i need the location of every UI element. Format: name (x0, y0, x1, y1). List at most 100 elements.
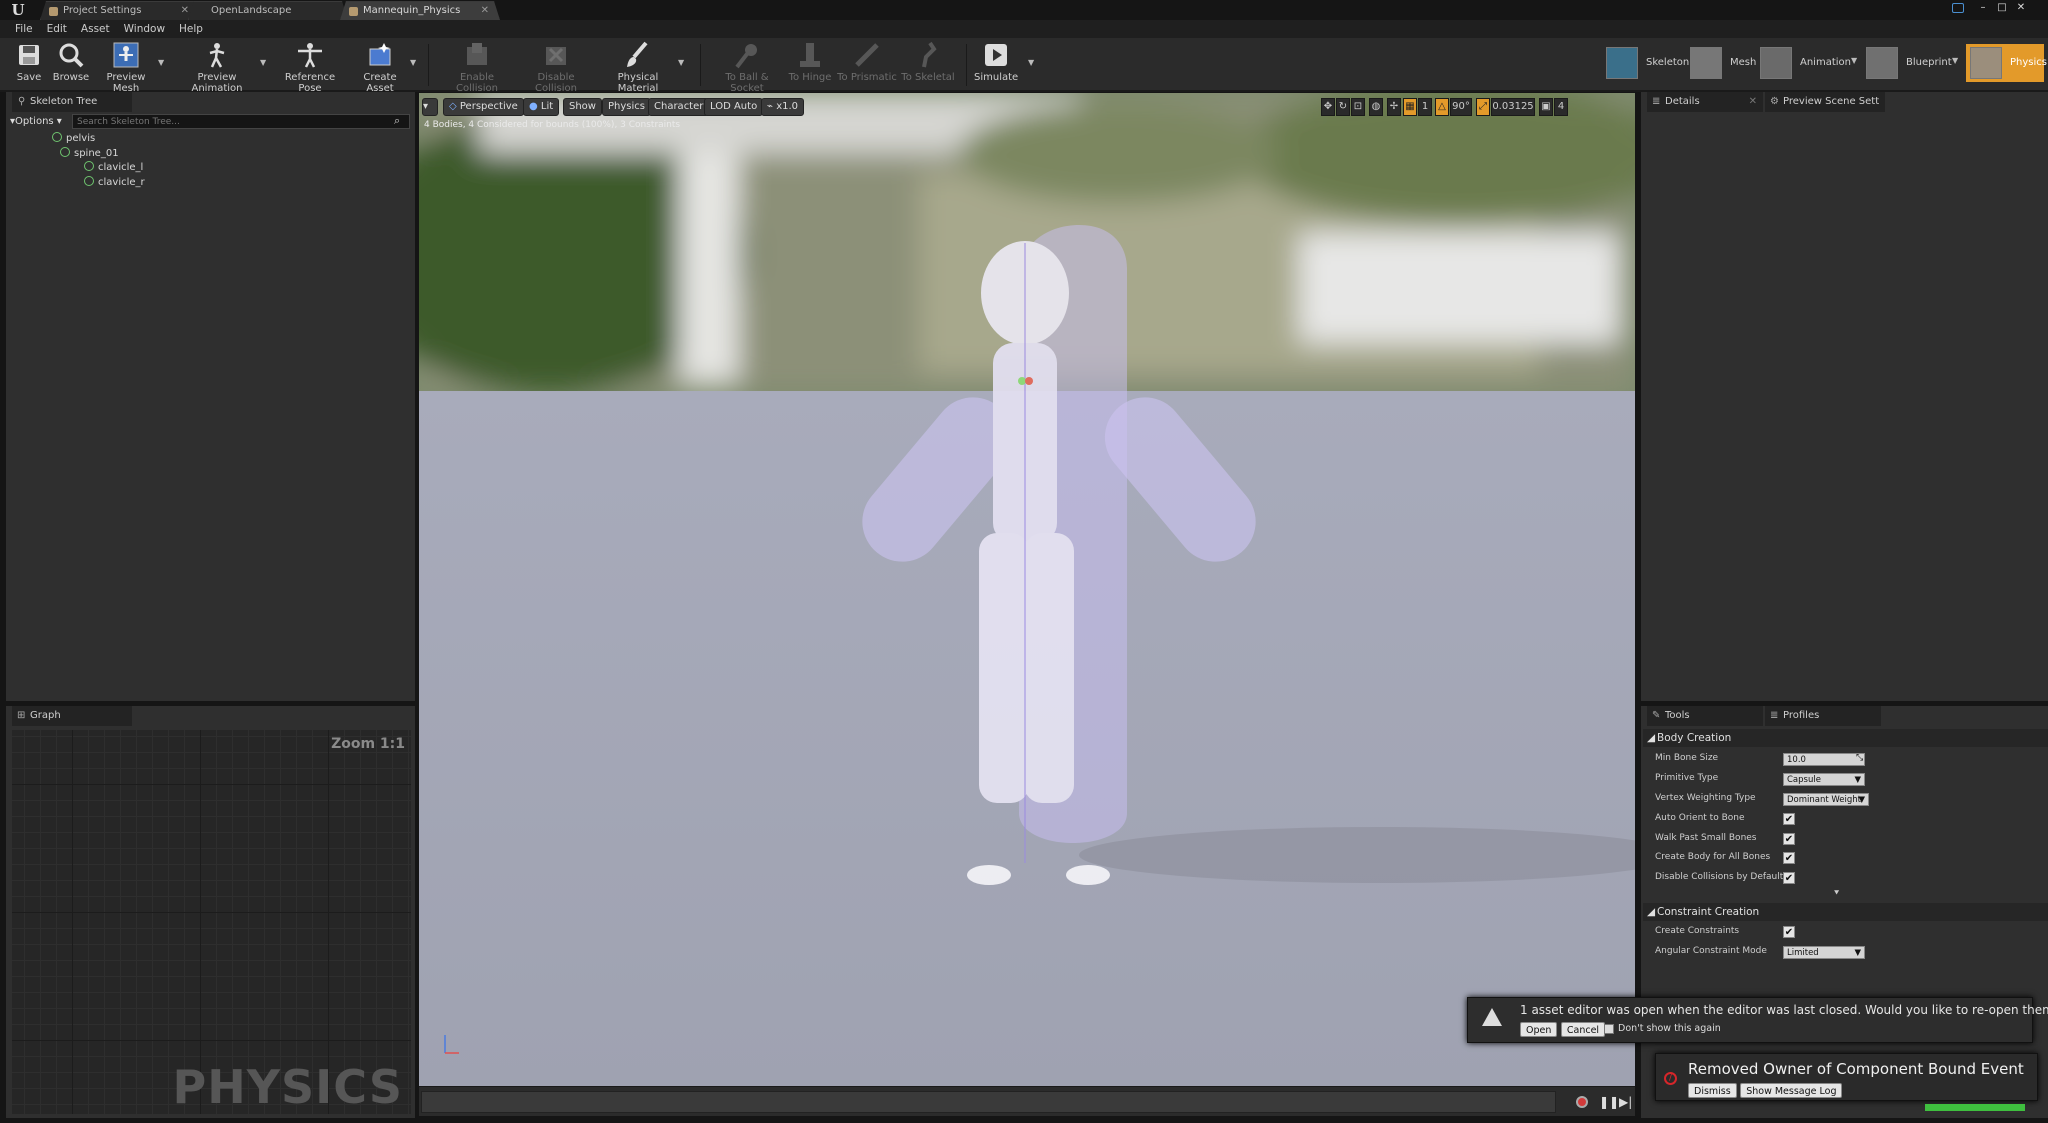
show-message-log-button[interactable]: Show Message Log (1740, 1083, 1843, 1098)
mode-physics-button[interactable]: Physics (1966, 44, 2047, 82)
translate-icon[interactable]: ✥ (1321, 98, 1335, 116)
tab-details[interactable]: ≣ Details ✕ (1647, 92, 1763, 112)
tree-row-clavicle-l[interactable]: clavicle_l (84, 161, 143, 176)
menu-file[interactable]: File (8, 20, 40, 38)
lit-button[interactable]: ● Lit (523, 98, 560, 116)
vertex-weighting-select[interactable]: Dominant Weight ▼ (1783, 793, 1869, 806)
physics-view-button[interactable]: Physics (602, 98, 651, 116)
preview-mesh-button[interactable]: Preview Mesh (94, 40, 158, 94)
to-hinge-button[interactable]: To Hinge (788, 40, 832, 90)
graph-canvas[interactable]: Zoom 1:1 PHYSICS (12, 730, 411, 1114)
auto-orient-checkbox[interactable]: ✔ (1783, 813, 1795, 825)
dismiss-button[interactable]: Dismiss (1688, 1083, 1737, 1098)
create-body-all-checkbox[interactable]: ✔ (1783, 852, 1795, 864)
browse-button[interactable]: Browse (50, 40, 92, 90)
to-prismatic-button[interactable]: To Prismatic (836, 40, 898, 90)
disable-collision-button[interactable]: Disable Collision (518, 40, 594, 94)
blueprint-dropdown[interactable]: ▼ (1952, 56, 1962, 66)
open-button[interactable]: Open (1520, 1022, 1558, 1037)
dont-show-checkbox[interactable] (1604, 1024, 1614, 1034)
mode-blueprint-button[interactable]: Blueprint (1866, 44, 1952, 82)
world-local-icon[interactable]: ◍ (1369, 98, 1383, 116)
preview-mesh-dropdown[interactable]: ▼ (158, 58, 168, 68)
tab-project-settings[interactable]: Project Settings ✕ (40, 1, 200, 20)
menu-edit[interactable]: Edit (40, 20, 74, 38)
skeleton-search-input[interactable] (72, 114, 410, 129)
perspective-button[interactable]: ◇ Perspective (443, 98, 524, 116)
character-button[interactable]: Character (648, 98, 710, 116)
timeline-scrubber[interactable] (421, 1091, 1556, 1113)
tree-row-spine-01[interactable]: spine_01 (60, 147, 119, 162)
dont-show-label: Don't show this again (1618, 1023, 1721, 1034)
min-bone-size-input[interactable]: 10.0 (1783, 753, 1865, 766)
tab-open-landscape[interactable]: OpenLandscape (188, 1, 348, 20)
viewport-options-button[interactable]: ▾ (422, 98, 438, 116)
rotate-icon[interactable]: ↻ (1336, 98, 1350, 116)
mode-animation-button[interactable]: Animation (1760, 44, 1852, 82)
tab-skeleton-tree[interactable]: ⚲ Skeleton Tree (12, 92, 132, 112)
step-forward-icon[interactable]: ▶| (1619, 1095, 1632, 1109)
simulate-button[interactable]: Simulate (974, 40, 1018, 90)
grid-snap-value[interactable]: 1 (1418, 98, 1432, 116)
angle-snap-icon[interactable]: △ (1435, 98, 1449, 116)
show-button[interactable]: Show (563, 98, 602, 116)
create-constraints-checkbox[interactable]: ✔ (1783, 926, 1795, 938)
preview-animation-button[interactable]: Preview Animation (172, 40, 262, 94)
body-creation-header[interactable]: ◢ Body Creation (1643, 729, 2048, 747)
tab-tools[interactable]: ✎ Tools (1647, 706, 1763, 726)
constraint-creation-header[interactable]: ◢ Constraint Creation (1643, 903, 2048, 921)
create-asset-button[interactable]: Create Asset (350, 40, 410, 94)
menu-asset[interactable]: Asset (74, 20, 117, 38)
tab-graph[interactable]: ⊞ Graph (12, 706, 132, 726)
physical-material-button[interactable]: Physical Material (598, 40, 678, 94)
tab-preview-scene-settings[interactable]: ⚙ Preview Scene Sett (1765, 92, 1885, 112)
scale-snap-value[interactable]: 0.03125 (1491, 98, 1535, 116)
pause-icon[interactable]: ❚❚ (1599, 1095, 1619, 1109)
tab-profiles[interactable]: ≣ Profiles (1765, 706, 1881, 726)
disable-collisions-checkbox[interactable]: ✔ (1783, 872, 1795, 884)
grid-snap-icon[interactable]: ▦ (1403, 98, 1417, 116)
close-tab-icon[interactable]: ✕ (181, 2, 189, 20)
simulate-dropdown[interactable]: ▼ (1028, 58, 1038, 68)
source-control-icon[interactable] (1952, 3, 1964, 13)
advanced-expand-icon[interactable]: ⯆ (1833, 889, 1840, 899)
scale-snap-icon[interactable]: ⤢ (1476, 98, 1490, 116)
close-window-button[interactable]: ✕ (2013, 1, 2029, 14)
enable-collision-button[interactable]: Enable Collision (440, 40, 514, 94)
reference-pose-button[interactable]: Reference Pose (272, 40, 348, 94)
create-asset-dropdown[interactable]: ▼ (410, 58, 420, 68)
to-skeletal-button[interactable]: To Skeletal (900, 40, 956, 90)
animation-dropdown[interactable]: ▼ (1851, 56, 1861, 66)
scale-icon[interactable]: ⊡ (1351, 98, 1365, 116)
primitive-type-select[interactable]: Capsule ▼ (1783, 773, 1865, 786)
preview-animation-dropdown[interactable]: ▼ (260, 58, 270, 68)
mode-skeleton-button[interactable]: Skeleton (1606, 44, 1689, 82)
surface-snap-icon[interactable]: ✢ (1387, 98, 1401, 116)
tab-mannequin-physics[interactable]: Mannequin_Physics ✕ (340, 1, 500, 20)
maximize-button[interactable]: □ (1994, 1, 2010, 14)
to-ball-socket-button[interactable]: To Ball & Socket (708, 40, 786, 94)
lod-button[interactable]: LOD Auto (704, 98, 764, 116)
cancel-button[interactable]: Cancel (1560, 1022, 1606, 1037)
walk-past-checkbox[interactable]: ✔ (1783, 833, 1795, 845)
camera-speed-icon[interactable]: ▣ (1539, 98, 1553, 116)
record-icon[interactable] (1576, 1096, 1588, 1108)
tree-row-clavicle-r[interactable]: clavicle_r (84, 176, 145, 191)
save-button[interactable]: Save (10, 40, 48, 90)
camera-speed-value[interactable]: 4 (1554, 98, 1568, 116)
close-tab-icon[interactable]: ✕ (481, 2, 489, 20)
options-dropdown[interactable]: ▾Options ▾ (10, 114, 70, 130)
angular-mode-select[interactable]: Limited ▼ (1783, 946, 1865, 959)
mode-mesh-button[interactable]: Mesh (1690, 44, 1756, 82)
playback-speed-button[interactable]: ⌁ x1.0 (761, 98, 805, 116)
disable-collisions-row: Disable Collisions by Default ✔ (1655, 872, 1795, 884)
menu-window[interactable]: Window (117, 20, 172, 38)
tree-row-pelvis[interactable]: pelvis (52, 132, 95, 147)
angle-snap-value[interactable]: 90° (1450, 98, 1472, 116)
viewport[interactable]: ▾ ◇ Perspective ● Lit Show Physics Chara… (419, 93, 1635, 1086)
reset-arrow-icon[interactable]: ⤡ (1856, 753, 1863, 763)
close-tab-icon[interactable]: ✕ (1749, 92, 1757, 112)
minimize-button[interactable]: – (1975, 1, 1991, 14)
menu-help[interactable]: Help (172, 20, 210, 38)
physical-material-dropdown[interactable]: ▼ (678, 58, 688, 68)
